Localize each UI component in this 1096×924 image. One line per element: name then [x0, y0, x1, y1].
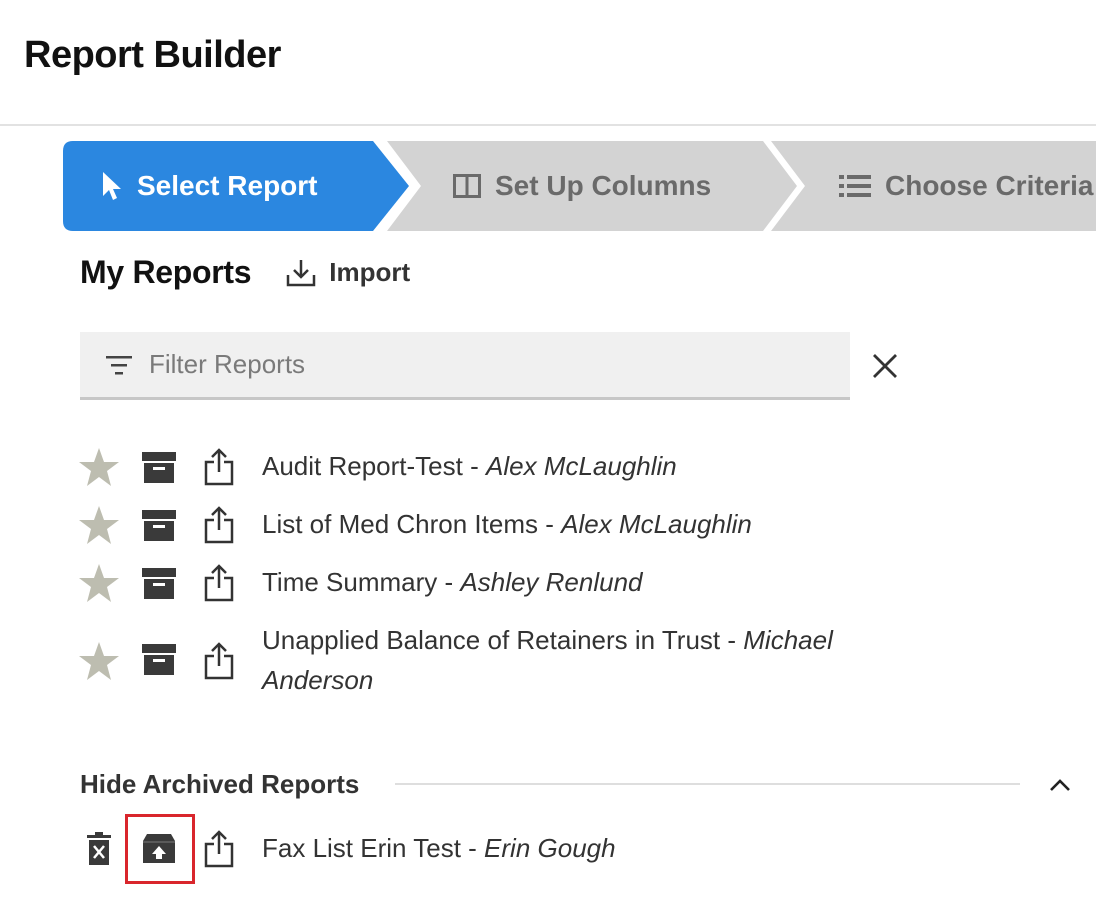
- wizard-step-label: Choose Criteria: [885, 170, 1094, 201]
- list-icon: [839, 174, 871, 198]
- report-author: Alex McLaughlin: [561, 509, 752, 539]
- archived-reports-header: Hide Archived Reports: [80, 766, 1080, 802]
- archive-box-icon: [141, 450, 177, 484]
- favorite-button[interactable]: [78, 562, 120, 604]
- my-reports-header: My Reports Import: [80, 254, 410, 291]
- archive-box-icon: [141, 508, 177, 542]
- archived-report-row: Fax List Erin Test - Erin Gough: [78, 828, 962, 870]
- archive-box-icon: [141, 642, 177, 676]
- report-title-link[interactable]: Fax List Erin Test - Erin Gough: [262, 828, 962, 868]
- favorite-button[interactable]: [78, 446, 120, 488]
- wizard-steps: Choose Criteria Set Up Columns Select Re…: [63, 141, 1096, 231]
- report-separator: -: [437, 567, 461, 597]
- share-button[interactable]: [198, 828, 240, 870]
- share-icon: [203, 830, 235, 868]
- report-row: Unapplied Balance of Retainers in Trust …: [78, 620, 942, 700]
- report-title-link[interactable]: Unapplied Balance of Retainers in Trust …: [262, 620, 942, 700]
- archive-button[interactable]: [138, 562, 180, 604]
- share-icon: [203, 642, 235, 680]
- report-title-link[interactable]: Audit Report-Test - Alex McLaughlin: [262, 446, 962, 486]
- report-author: Alex McLaughlin: [485, 451, 677, 481]
- trash-icon: [86, 832, 112, 866]
- share-icon: [203, 448, 235, 486]
- report-name: Fax List Erin Test: [262, 833, 461, 863]
- report-name: Audit Report-Test: [262, 451, 463, 481]
- report-row: Audit Report-Test - Alex McLaughlin: [78, 446, 962, 488]
- star-icon: [78, 641, 120, 681]
- import-label: Import: [329, 257, 411, 287]
- report-separator: -: [462, 451, 486, 481]
- share-button[interactable]: [198, 640, 240, 682]
- wizard-step-choose-criteria[interactable]: Choose Criteria: [771, 141, 1096, 231]
- report-title-link[interactable]: Time Summary - Ashley Renlund: [262, 562, 962, 602]
- filter-icon: [105, 353, 133, 377]
- report-name: Unapplied Balance of Retainers in Trust: [262, 625, 721, 655]
- archive-button[interactable]: [138, 504, 180, 546]
- star-icon: [78, 505, 120, 545]
- report-name: List of Med Chron Items: [262, 509, 538, 539]
- header-divider: [0, 124, 1096, 126]
- share-button[interactable]: [198, 446, 240, 488]
- report-author: Erin Gough: [484, 833, 616, 863]
- unarchive-icon: [142, 833, 176, 865]
- star-icon: [78, 563, 120, 603]
- wizard-step-select-report[interactable]: Select Report: [63, 141, 411, 231]
- report-separator: -: [460, 833, 485, 863]
- archive-box-icon: [141, 566, 177, 600]
- import-button[interactable]: Import: [285, 257, 410, 289]
- unarchive-button[interactable]: [138, 828, 180, 870]
- archive-button[interactable]: [138, 446, 180, 488]
- filter-reports-input[interactable]: [147, 348, 791, 381]
- share-icon: [203, 564, 235, 602]
- report-name: Time Summary: [262, 567, 438, 597]
- wizard-step-label: Select Report: [137, 170, 318, 201]
- archive-button[interactable]: [138, 638, 180, 680]
- section-title: My Reports: [80, 254, 252, 290]
- page-title: Report Builder: [24, 34, 281, 76]
- report-row: Time Summary - Ashley Renlund: [78, 562, 962, 604]
- share-button[interactable]: [198, 562, 240, 604]
- divider: [395, 783, 1020, 785]
- clear-filter-button[interactable]: [870, 350, 900, 382]
- report-row: List of Med Chron Items - Alex McLaughli…: [78, 504, 962, 546]
- report-title-link[interactable]: List of Med Chron Items - Alex McLaughli…: [262, 504, 962, 544]
- share-icon: [203, 506, 235, 544]
- report-separator: -: [720, 625, 744, 655]
- filter-box: [80, 332, 850, 400]
- close-icon: [872, 353, 898, 379]
- delete-button[interactable]: [78, 828, 120, 870]
- report-separator: -: [538, 509, 562, 539]
- favorite-button[interactable]: [78, 504, 120, 546]
- import-icon: [285, 257, 317, 289]
- share-button[interactable]: [198, 504, 240, 546]
- favorite-button[interactable]: [78, 640, 120, 682]
- hide-archived-reports-toggle[interactable]: Hide Archived Reports: [80, 769, 359, 800]
- wizard-step-label: Set Up Columns: [495, 170, 712, 201]
- star-icon: [78, 447, 120, 487]
- wizard-step-set-up-columns[interactable]: Set Up Columns: [383, 141, 803, 231]
- columns-icon: [453, 174, 481, 198]
- cursor-arrow-icon: [101, 171, 123, 201]
- chevron-up-icon[interactable]: [1047, 772, 1073, 798]
- report-author: Ashley Renlund: [460, 567, 643, 597]
